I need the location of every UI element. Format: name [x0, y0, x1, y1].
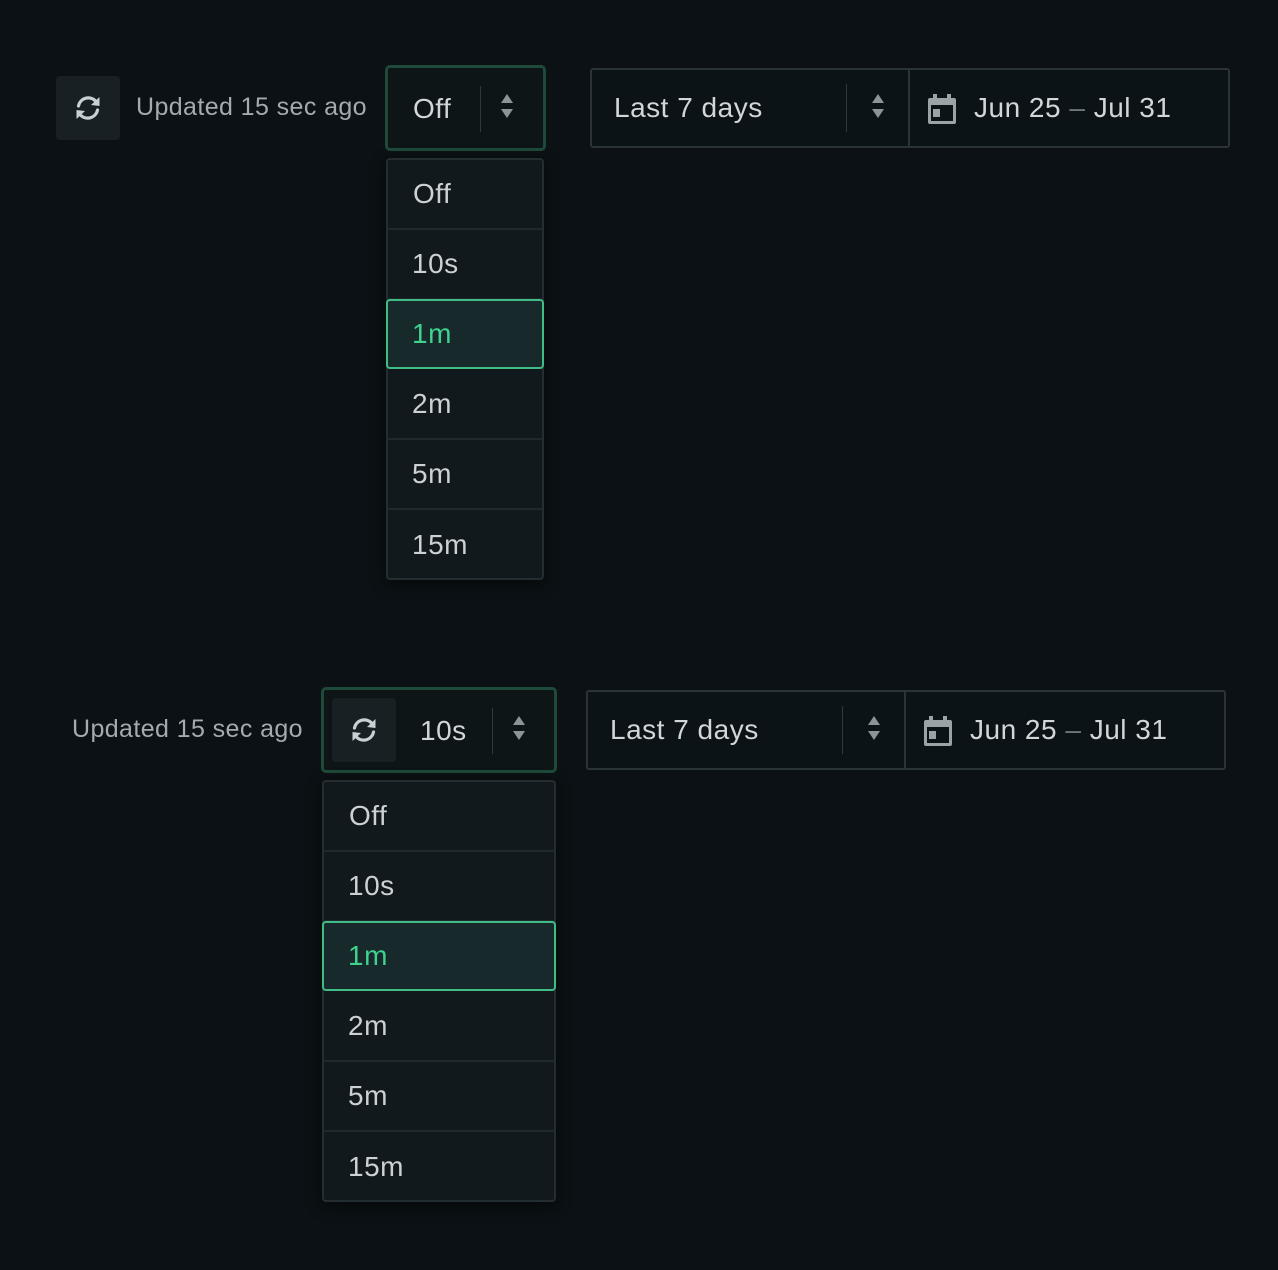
- menu-option-5m[interactable]: 5m: [388, 440, 542, 510]
- date-start: Jun 25: [970, 714, 1058, 745]
- calendar-icon: [928, 94, 956, 124]
- time-range-group: Last 7 days Jun 25 – Jul 31: [586, 690, 1226, 770]
- select-divider: [480, 86, 481, 132]
- time-range-select[interactable]: Last 7 days: [588, 692, 904, 768]
- menu-option-1m[interactable]: 1m: [386, 299, 544, 369]
- date-separator: –: [1065, 714, 1082, 745]
- select-divider: [492, 708, 493, 754]
- calendar-icon: [924, 716, 952, 746]
- refresh-button[interactable]: [332, 698, 396, 762]
- refresh-button[interactable]: [56, 76, 120, 140]
- menu-option-off[interactable]: Off: [388, 160, 542, 230]
- date-range-picker[interactable]: Jun 25 – Jul 31: [910, 70, 1228, 146]
- refresh-interval-menu: Off 10s 1m 2m 5m 15m: [386, 158, 544, 580]
- stepper-arrows-icon: [868, 716, 880, 740]
- date-end: Jul 31: [1089, 714, 1168, 745]
- refresh-interval-value: 10s: [420, 715, 467, 746]
- stepper-arrows-icon: [513, 716, 525, 740]
- refresh-interval-menu: Off 10s 1m 2m 5m 15m: [322, 780, 556, 1202]
- date-end: Jul 31: [1093, 92, 1172, 123]
- time-range-group: Last 7 days Jun 25 – Jul 31: [590, 68, 1230, 148]
- date-range-text: Jun 25 – Jul 31: [974, 94, 1171, 122]
- date-separator: –: [1069, 92, 1086, 123]
- menu-option-5m[interactable]: 5m: [324, 1062, 554, 1132]
- menu-option-10s[interactable]: 10s: [388, 230, 542, 300]
- time-range-select[interactable]: Last 7 days: [592, 70, 908, 146]
- stepper-arrows-icon: [872, 94, 884, 118]
- date-start: Jun 25: [974, 92, 1062, 123]
- menu-option-1m[interactable]: 1m: [322, 921, 556, 991]
- date-range-text: Jun 25 – Jul 31: [970, 716, 1167, 744]
- stepper-arrows-icon: [501, 94, 513, 118]
- menu-option-15m[interactable]: 15m: [388, 510, 542, 580]
- menu-option-off[interactable]: Off: [324, 782, 554, 852]
- time-range-value: Last 7 days: [610, 714, 759, 745]
- menu-option-2m[interactable]: 2m: [324, 992, 554, 1062]
- updated-status-text: Updated 15 sec ago: [136, 93, 367, 121]
- refresh-interval-select[interactable]: Off: [385, 65, 546, 151]
- menu-option-2m[interactable]: 2m: [388, 370, 542, 440]
- menu-option-10s[interactable]: 10s: [324, 852, 554, 922]
- refresh-icon: [76, 96, 100, 120]
- select-divider: [842, 706, 843, 754]
- refresh-interval-select[interactable]: 10s: [321, 687, 557, 773]
- time-range-value: Last 7 days: [614, 92, 763, 123]
- refresh-icon: [352, 718, 376, 742]
- updated-status-text: Updated 15 sec ago: [72, 715, 303, 743]
- refresh-interval-value: Off: [413, 93, 452, 124]
- select-divider: [846, 84, 847, 132]
- menu-option-15m[interactable]: 15m: [324, 1132, 554, 1202]
- date-range-picker[interactable]: Jun 25 – Jul 31: [906, 692, 1224, 768]
